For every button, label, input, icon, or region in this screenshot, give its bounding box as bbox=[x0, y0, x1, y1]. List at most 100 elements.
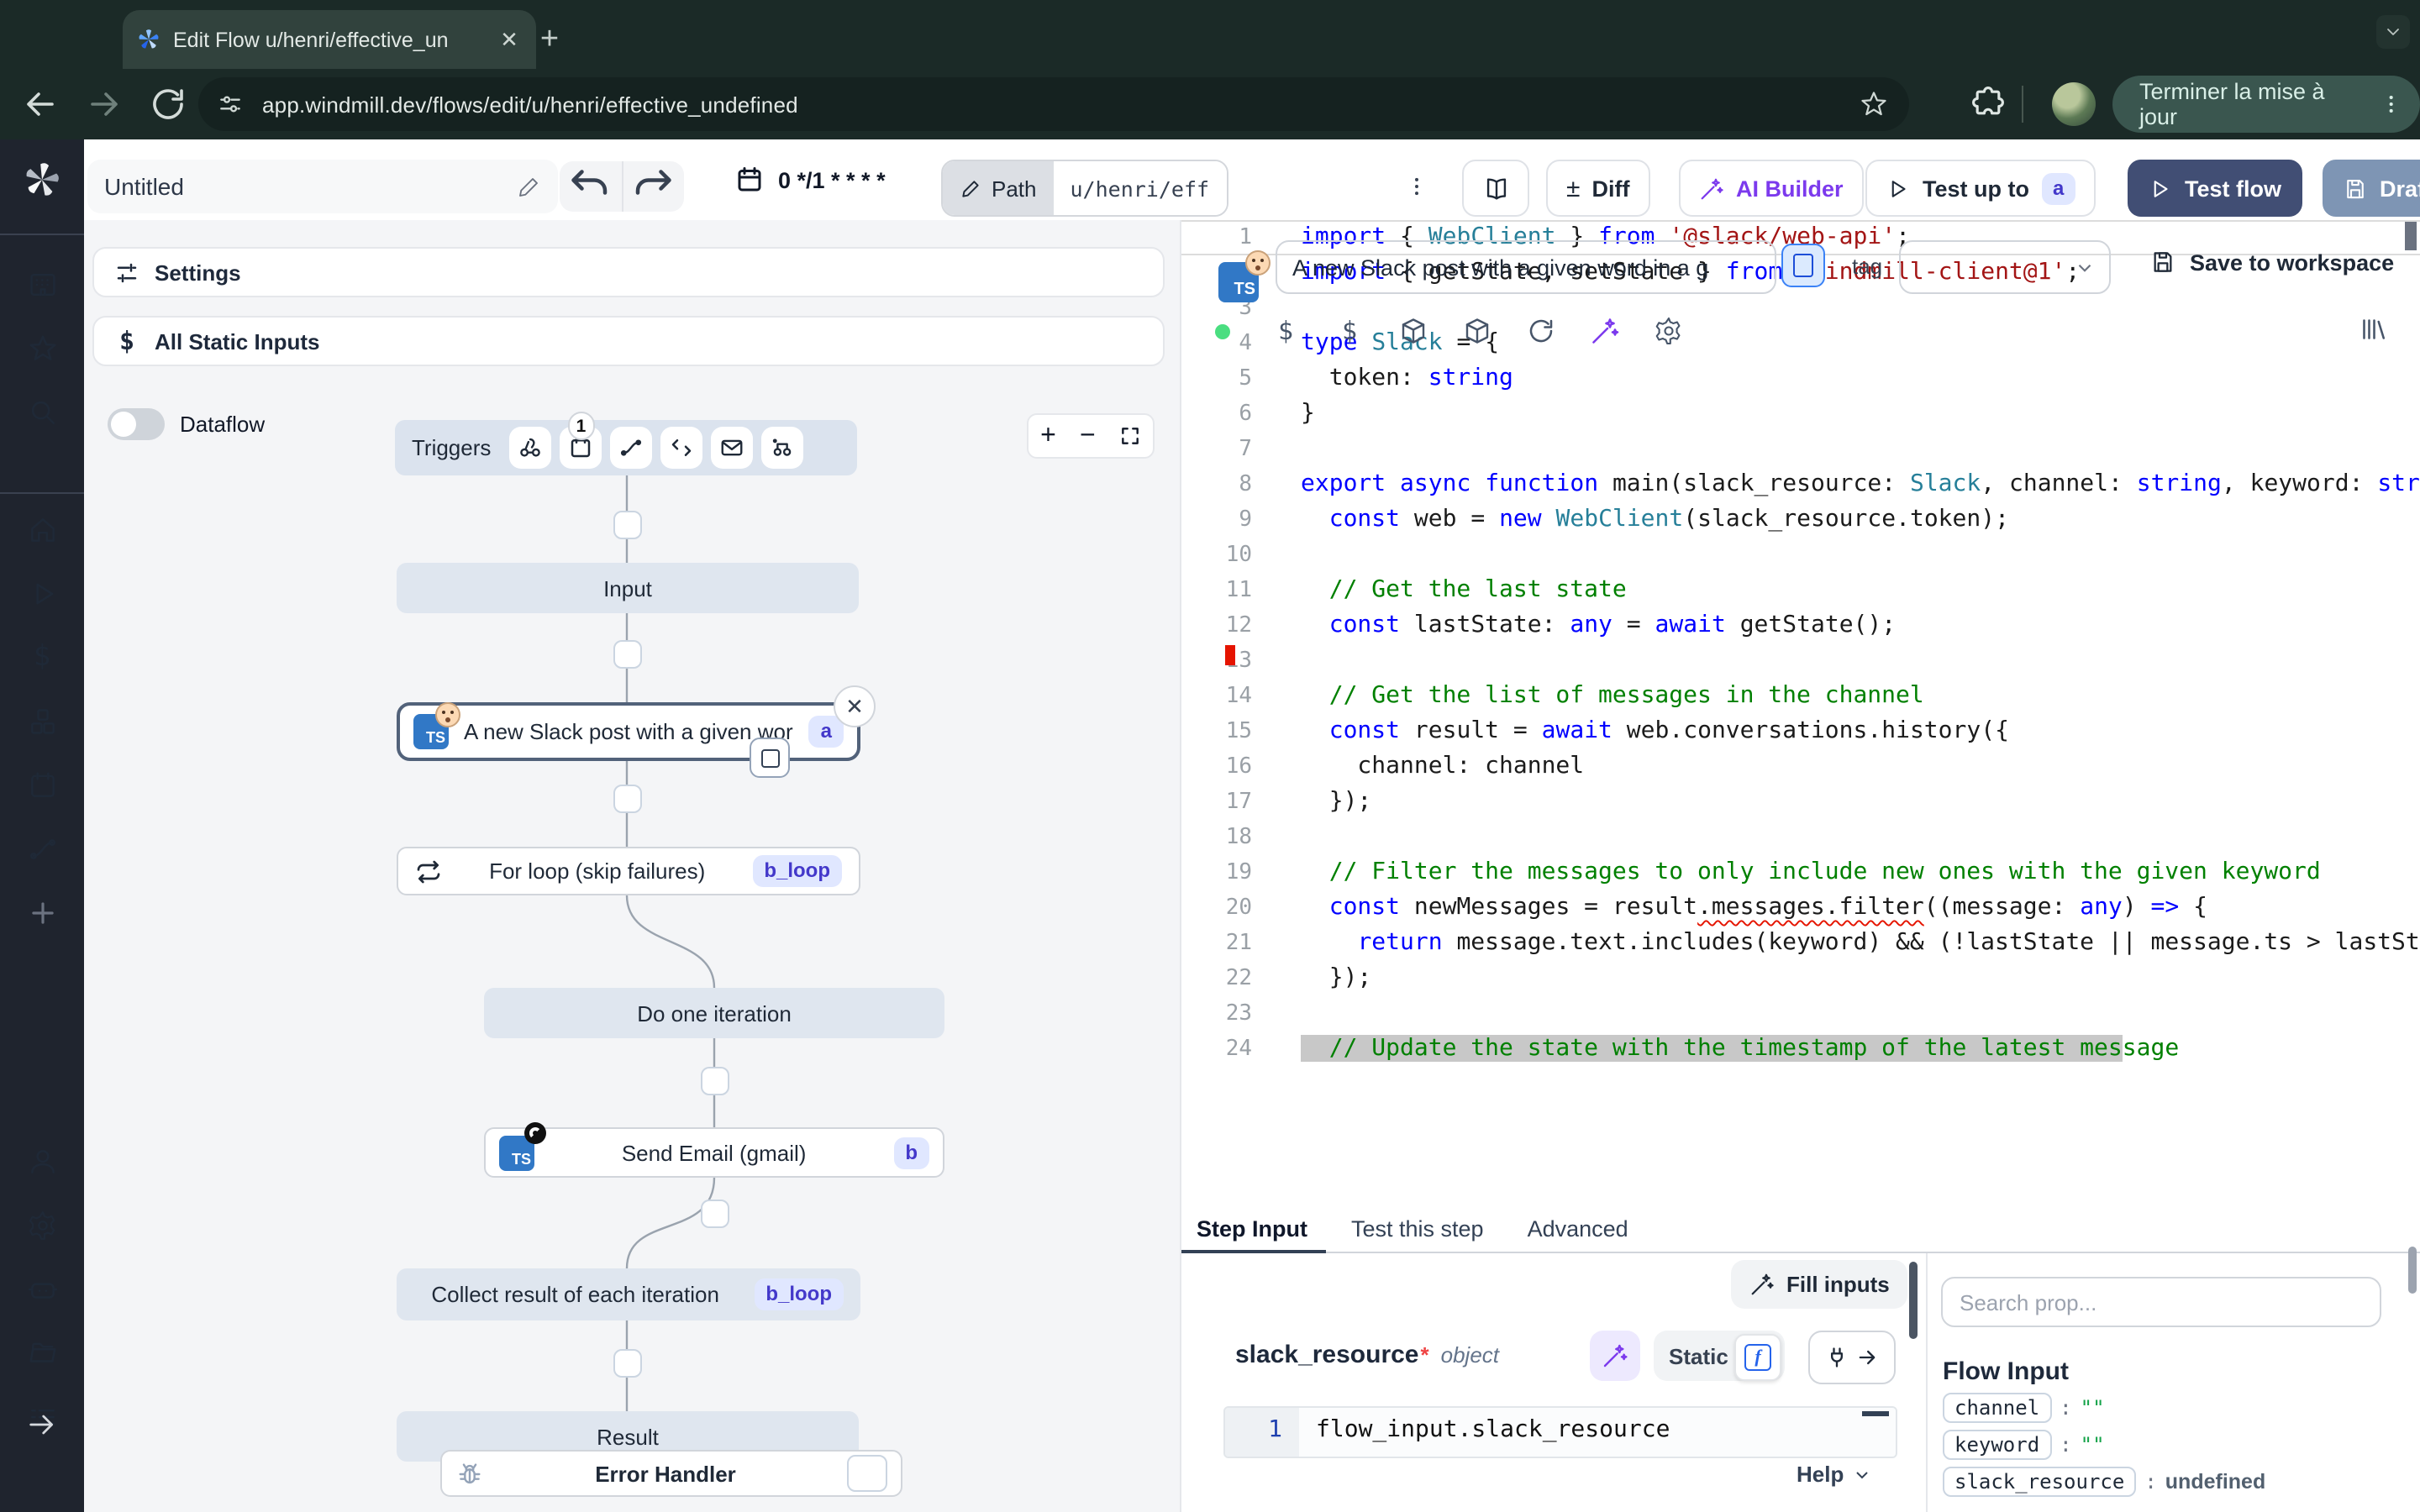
path-editor[interactable]: Path u/henri/eff bbox=[941, 160, 1228, 217]
prop-pill[interactable]: keyword bbox=[1943, 1430, 2051, 1460]
library-icon[interactable] bbox=[2358, 314, 2388, 344]
bookmark-star-icon[interactable] bbox=[1859, 89, 1889, 119]
prop-pill[interactable]: channel bbox=[1943, 1393, 2051, 1423]
redo-icon[interactable] bbox=[623, 161, 684, 212]
test-up-to-button[interactable]: Test up to a bbox=[1865, 160, 2096, 217]
tag-select[interactable] bbox=[1899, 240, 2111, 294]
windmill-logo[interactable] bbox=[22, 160, 62, 200]
trigger-email-chip[interactable] bbox=[711, 427, 753, 469]
forloop-node[interactable]: For loop (skip failures) b_loop bbox=[397, 847, 860, 895]
stop-after-icon[interactable] bbox=[750, 738, 790, 778]
test-flow-button[interactable]: Test flow bbox=[2128, 160, 2302, 217]
status-dot-icon[interactable] bbox=[1207, 316, 1237, 346]
javascript-expr-icon[interactable]: f bbox=[1734, 1334, 1781, 1381]
rail-collapse-icon[interactable] bbox=[25, 1408, 59, 1441]
refresh-icon[interactable] bbox=[1526, 316, 1556, 346]
omnibox[interactable]: app.windmill.dev/flows/edit/u/henri/effe… bbox=[198, 77, 1909, 131]
trigger-schedule-chip[interactable]: 1 bbox=[560, 427, 602, 469]
save-to-workspace-button[interactable]: Save to workspace bbox=[2149, 249, 2394, 276]
wand-icon[interactable] bbox=[1590, 316, 1620, 346]
sidebar-item-resources[interactable] bbox=[0, 689, 84, 753]
expand-editor-button[interactable] bbox=[1781, 244, 1825, 287]
trigger-route-chip[interactable] bbox=[610, 427, 652, 469]
sidebar-item-home[interactable] bbox=[0, 497, 84, 561]
sidebar-item-runs[interactable] bbox=[0, 561, 84, 625]
ai-fill-chip[interactable] bbox=[1590, 1331, 1640, 1381]
browser-menu-icon[interactable] bbox=[2381, 91, 2403, 118]
input-node[interactable]: Input bbox=[397, 563, 859, 613]
dollar-icon[interactable]: $ bbox=[1334, 316, 1365, 346]
sidebar-item-favorites[interactable] bbox=[0, 316, 84, 380]
sidebar-item-workers[interactable] bbox=[0, 1257, 84, 1320]
sidebar-item-users[interactable] bbox=[0, 1129, 84, 1193]
expression-editor[interactable]: 1 flow_input.slack_resource bbox=[1223, 1406, 1897, 1458]
tab-step-input[interactable]: Step Input bbox=[1197, 1216, 1307, 1242]
browser-update-button[interactable]: Terminer la mise à jour bbox=[2112, 76, 2420, 133]
slack-script-node[interactable]: TS A new Slack post with a given wor... … bbox=[397, 702, 860, 761]
new-tab-button[interactable]: + bbox=[529, 20, 570, 60]
dollar-icon[interactable]: $ bbox=[1270, 316, 1301, 346]
tab-search-icon[interactable] bbox=[2376, 15, 2410, 49]
panel-scrollbar[interactable] bbox=[2408, 1247, 2417, 1294]
path-label-segment[interactable]: Path bbox=[943, 161, 1054, 215]
sidebar-item-variables[interactable]: $ bbox=[0, 625, 84, 689]
collect-node[interactable]: Collect result of each iteration b_loop bbox=[397, 1268, 860, 1320]
error-handler-node[interactable]: Error Handler bbox=[440, 1450, 902, 1497]
ai-builder-button[interactable]: AI Builder bbox=[1679, 160, 1864, 217]
static-expr-toggle[interactable]: Static f bbox=[1654, 1331, 1785, 1381]
sidebar-item-schedules[interactable] bbox=[0, 753, 84, 816]
flow-input-prop-slack_resource[interactable]: slack_resource:undefined bbox=[1943, 1467, 2265, 1497]
extensions-icon[interactable] bbox=[1970, 84, 2007, 121]
schedule-summary[interactable]: 0 */1 * * * * bbox=[734, 165, 886, 195]
help-link[interactable]: Help bbox=[1797, 1462, 1872, 1487]
trigger-kafka-chip[interactable] bbox=[761, 427, 803, 469]
tab-close-icon[interactable]: ✕ bbox=[496, 26, 523, 53]
prop-pill[interactable]: slack_resource bbox=[1943, 1467, 2136, 1497]
do-one-iteration-node[interactable]: Do one iteration bbox=[484, 988, 944, 1038]
trigger-webhook-chip[interactable] bbox=[509, 427, 551, 469]
editor-scrollbar[interactable] bbox=[2405, 222, 2417, 250]
add-step-icon[interactable] bbox=[701, 1067, 729, 1095]
triggers-node[interactable]: Triggers 1 bbox=[395, 420, 857, 475]
more-menu-icon[interactable] bbox=[1405, 165, 1428, 208]
docs-button[interactable] bbox=[1462, 160, 1529, 217]
package-icon[interactable] bbox=[1398, 316, 1428, 346]
diff-button[interactable]: ± Diff bbox=[1546, 160, 1649, 217]
tab-test-this-step[interactable]: Test this step bbox=[1351, 1216, 1484, 1242]
path-value[interactable]: u/henri/eff bbox=[1054, 161, 1227, 215]
add-step-icon[interactable] bbox=[613, 785, 642, 813]
search-prop-input[interactable]: Search prop... bbox=[1941, 1277, 2381, 1327]
browser-tab[interactable]: Edit Flow u/henri/effective_un ✕ bbox=[123, 10, 536, 69]
flow-input-prop-keyword[interactable]: keyword:"" bbox=[1943, 1430, 2265, 1460]
add-error-handler-icon[interactable] bbox=[847, 1455, 887, 1492]
sidebar-item-workspace[interactable] bbox=[0, 252, 84, 316]
flow-input-prop-channel[interactable]: channel:"" bbox=[1943, 1393, 2265, 1423]
draft-button[interactable]: Draft bbox=[2323, 160, 2420, 217]
sidebar-item-settings[interactable] bbox=[0, 1193, 84, 1257]
sidebar-item-search[interactable] bbox=[0, 380, 84, 444]
back-icon[interactable] bbox=[20, 84, 60, 124]
gear-icon[interactable] bbox=[1654, 316, 1684, 346]
script-title-input[interactable]: A new Slack post with a given word in a … bbox=[1276, 240, 1776, 294]
add-step-icon[interactable] bbox=[613, 511, 642, 539]
package-icon[interactable] bbox=[1462, 316, 1492, 346]
panel-scrollbar[interactable] bbox=[1909, 1262, 1918, 1339]
flow-name-input[interactable]: Untitled bbox=[87, 160, 558, 213]
forward-icon[interactable] bbox=[84, 84, 124, 124]
avatar[interactable] bbox=[2052, 82, 2096, 126]
connect-input-button[interactable] bbox=[1808, 1331, 1896, 1384]
reload-icon[interactable] bbox=[148, 84, 188, 124]
add-step-icon[interactable] bbox=[613, 640, 642, 669]
site-info-icon[interactable] bbox=[208, 82, 252, 126]
send-email-node[interactable]: TS Send Email (gmail) b bbox=[484, 1127, 944, 1178]
trigger-websocket-chip[interactable] bbox=[660, 427, 702, 469]
sidebar-item-routes[interactable] bbox=[0, 816, 84, 880]
fill-inputs-button[interactable]: Fill inputs bbox=[1731, 1260, 1908, 1309]
add-step-icon[interactable] bbox=[613, 1349, 642, 1378]
sidebar-item-folders[interactable] bbox=[0, 1320, 84, 1384]
sidebar-item-add[interactable] bbox=[0, 880, 84, 944]
add-step-icon[interactable] bbox=[701, 1200, 729, 1228]
undo-icon[interactable] bbox=[560, 161, 621, 212]
remove-step-icon[interactable]: ✕ bbox=[834, 685, 876, 727]
tab-advanced[interactable]: Advanced bbox=[1528, 1216, 1628, 1242]
